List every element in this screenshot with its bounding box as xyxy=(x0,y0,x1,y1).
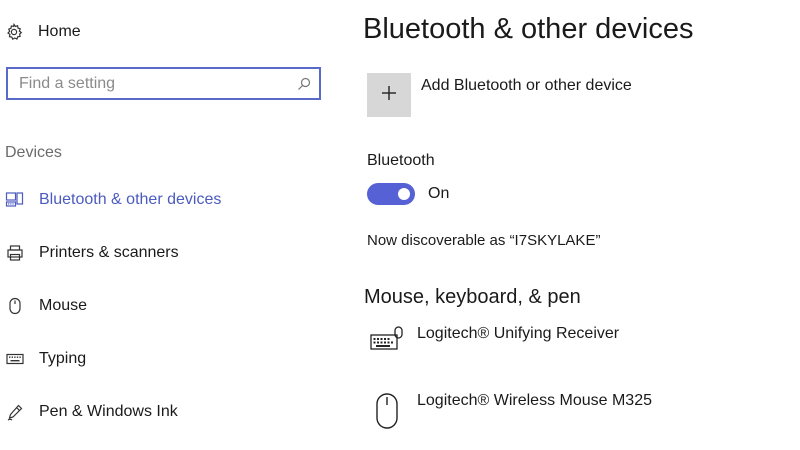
sidebar-item-label: Bluetooth & other devices xyxy=(39,191,222,208)
section-label-devices: Devices xyxy=(5,144,62,161)
sidebar-item-pen[interactable]: Pen & Windows Ink xyxy=(0,397,320,427)
mouse-icon xyxy=(369,392,405,430)
bluetooth-state: On xyxy=(428,185,450,202)
discoverable-text: Now discoverable as “I7SKYLAKE” xyxy=(367,232,601,249)
main-content: Bluetooth & other devices Add Bluetooth … xyxy=(363,0,800,450)
toggle-knob xyxy=(398,188,410,200)
mouse-icon xyxy=(0,297,30,315)
device-label: Logitech® Wireless Mouse M325 xyxy=(417,392,652,409)
section-title-input-devices: Mouse, keyboard, & pen xyxy=(364,286,581,308)
printer-icon xyxy=(0,244,30,262)
sidebar-item-label: Mouse xyxy=(39,297,88,314)
add-tile[interactable] xyxy=(367,73,411,117)
sidebar-item-bluetooth[interactable]: Bluetooth & other devices xyxy=(0,185,320,215)
add-device-label: Add Bluetooth or other device xyxy=(421,77,632,94)
keyboard-icon xyxy=(0,353,30,365)
search-input[interactable] xyxy=(8,69,289,98)
home-label: Home xyxy=(38,23,81,40)
bluetooth-toggle[interactable] xyxy=(367,183,415,205)
gear-icon xyxy=(0,23,29,41)
bluetooth-toggle-row: On xyxy=(367,183,449,205)
home-nav-item[interactable]: Home xyxy=(0,18,81,46)
sidebar: Home Devices xyxy=(0,0,340,450)
keyboard-mouse-icon xyxy=(369,325,405,353)
search-icon[interactable] xyxy=(289,77,319,91)
device-unifying-receiver[interactable]: Logitech® Unifying Receiver xyxy=(369,325,619,353)
sidebar-item-label: Printers & scanners xyxy=(39,244,179,261)
sidebar-item-printers[interactable]: Printers & scanners xyxy=(0,238,320,268)
device-label: Logitech® Unifying Receiver xyxy=(417,325,620,342)
bluetooth-label: Bluetooth xyxy=(367,152,435,169)
sidebar-item-mouse[interactable]: Mouse xyxy=(0,291,320,321)
device-wireless-mouse[interactable]: Logitech® Wireless Mouse M325 xyxy=(369,392,652,430)
sidebar-item-label: Typing xyxy=(39,350,87,367)
page-title: Bluetooth & other devices xyxy=(363,13,694,45)
plus-icon xyxy=(381,85,397,106)
sidebar-item-typing[interactable]: Typing xyxy=(0,344,320,374)
add-device-button[interactable]: Add Bluetooth or other device xyxy=(367,73,632,117)
sidebar-item-label: Pen & Windows Ink xyxy=(39,403,178,420)
pen-icon xyxy=(0,403,30,421)
search-box[interactable] xyxy=(6,67,321,100)
bluetooth-devices-icon xyxy=(0,191,30,209)
